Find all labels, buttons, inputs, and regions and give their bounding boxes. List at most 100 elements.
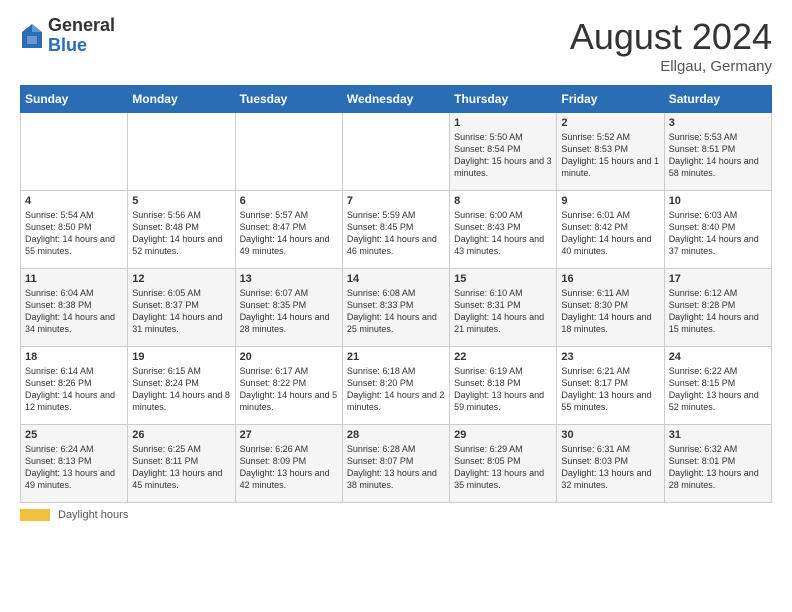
- cell-1-2: 6 Sunrise: 5:57 AM Sunset: 8:47 PM Daylig…: [235, 191, 342, 269]
- cell-0-6: 3 Sunrise: 5:53 AM Sunset: 8:51 PM Daylig…: [664, 113, 771, 191]
- day-info: Sunrise: 6:12 AM Sunset: 8:28 PM Dayligh…: [669, 287, 767, 336]
- cell-1-0: 4 Sunrise: 5:54 AM Sunset: 8:50 PM Daylig…: [21, 191, 128, 269]
- day-number: 4: [25, 195, 123, 207]
- title-block: August 2024 Ellgau, Germany: [570, 16, 772, 75]
- day-info: Sunrise: 6:04 AM Sunset: 8:38 PM Dayligh…: [25, 287, 123, 336]
- day-number: 19: [132, 351, 230, 363]
- daylight-swatch: [20, 509, 50, 521]
- cell-4-4: 29 Sunrise: 6:29 AM Sunset: 8:05 PM Dayli…: [450, 425, 557, 503]
- cell-2-6: 17 Sunrise: 6:12 AM Sunset: 8:28 PM Dayli…: [664, 269, 771, 347]
- logo-blue: Blue: [48, 36, 115, 56]
- cell-3-0: 18 Sunrise: 6:14 AM Sunset: 8:26 PM Dayli…: [21, 347, 128, 425]
- cell-1-5: 9Sunrise: 6:01 AM Sunset: 8:42 PM Daylig…: [557, 191, 664, 269]
- col-thursday: Thursday: [450, 86, 557, 113]
- day-number: 7: [347, 195, 445, 207]
- day-number: 10: [669, 195, 767, 207]
- col-sunday: Sunday: [21, 86, 128, 113]
- cell-0-3: [342, 113, 449, 191]
- day-info: Sunrise: 5:53 AM Sunset: 8:51 PM Dayligh…: [669, 131, 767, 180]
- cell-2-0: 11 Sunrise: 6:04 AM Sunset: 8:38 PM Dayli…: [21, 269, 128, 347]
- cell-2-1: 12 Sunrise: 6:05 AM Sunset: 8:37 PM Dayli…: [128, 269, 235, 347]
- day-info: Sunrise: 6:10 AM Sunset: 8:31 PM Dayligh…: [454, 287, 552, 336]
- cell-0-4: 1 Sunrise: 5:50 AM Sunset: 8:54 PM Daylig…: [450, 113, 557, 191]
- cell-3-4: 22 Sunrise: 6:19 AM Sunset: 8:18 PM Dayli…: [450, 347, 557, 425]
- cell-4-0: 25Sunrise: 6:24 AM Sunset: 8:13 PM Dayli…: [21, 425, 128, 503]
- day-info: Sunrise: 6:18 AM Sunset: 8:20 PM Dayligh…: [347, 365, 445, 414]
- month-title: August 2024: [570, 16, 772, 58]
- day-number: 24: [669, 351, 767, 363]
- day-info: Sunrise: 6:03 AM Sunset: 8:40 PM Dayligh…: [669, 209, 767, 258]
- day-info: Sunrise: 6:05 AM Sunset: 8:37 PM Dayligh…: [132, 287, 230, 336]
- logo: GeneralBlue: [20, 16, 115, 56]
- calendar-table: Sunday Monday Tuesday Wednesday Thursday…: [20, 85, 772, 503]
- day-info: Sunrise: 6:32 AM Sunset: 8:01 PM Dayligh…: [669, 443, 767, 492]
- day-number: 28: [347, 429, 445, 441]
- cell-0-0: [21, 113, 128, 191]
- day-number: 11: [25, 273, 123, 285]
- cell-2-3: 14 Sunrise: 6:08 AM Sunset: 8:33 PM Dayli…: [342, 269, 449, 347]
- cell-3-1: 19Sunrise: 6:15 AM Sunset: 8:24 PM Dayli…: [128, 347, 235, 425]
- cell-0-1: [128, 113, 235, 191]
- day-number: 6: [240, 195, 338, 207]
- week-row-3: 18 Sunrise: 6:14 AM Sunset: 8:26 PM Dayli…: [21, 347, 772, 425]
- day-number: 12: [132, 273, 230, 285]
- day-info: Sunrise: 6:28 AM Sunset: 8:07 PM Dayligh…: [347, 443, 445, 492]
- day-info: Sunrise: 6:29 AM Sunset: 8:05 PM Dayligh…: [454, 443, 552, 492]
- day-number: 22: [454, 351, 552, 363]
- day-number: 15: [454, 273, 552, 285]
- col-friday: Friday: [557, 86, 664, 113]
- day-info: Sunrise: 6:01 AM Sunset: 8:42 PM Dayligh…: [561, 209, 659, 258]
- day-number: 26: [132, 429, 230, 441]
- day-number: 31: [669, 429, 767, 441]
- logo-general: General: [48, 16, 115, 36]
- cell-4-5: 30Sunrise: 6:31 AM Sunset: 8:03 PM Dayli…: [557, 425, 664, 503]
- day-number: 29: [454, 429, 552, 441]
- day-number: 8: [454, 195, 552, 207]
- logo-icon: [20, 22, 44, 50]
- week-row-0: 1 Sunrise: 5:50 AM Sunset: 8:54 PM Daylig…: [21, 113, 772, 191]
- daylight-label: Daylight hours: [58, 509, 128, 521]
- day-number: 25: [25, 429, 123, 441]
- day-number: 1: [454, 117, 552, 129]
- cell-2-2: 13Sunrise: 6:07 AM Sunset: 8:35 PM Dayli…: [235, 269, 342, 347]
- cell-4-2: 27Sunrise: 6:26 AM Sunset: 8:09 PM Dayli…: [235, 425, 342, 503]
- day-number: 5: [132, 195, 230, 207]
- day-number: 14: [347, 273, 445, 285]
- cell-3-2: 20Sunrise: 6:17 AM Sunset: 8:22 PM Dayli…: [235, 347, 342, 425]
- day-number: 3: [669, 117, 767, 129]
- col-tuesday: Tuesday: [235, 86, 342, 113]
- day-number: 13: [240, 273, 338, 285]
- header-row: Sunday Monday Tuesday Wednesday Thursday…: [21, 86, 772, 113]
- cell-4-1: 26 Sunrise: 6:25 AM Sunset: 8:11 PM Dayli…: [128, 425, 235, 503]
- day-info: Sunrise: 6:17 AM Sunset: 8:22 PM Dayligh…: [240, 365, 338, 414]
- day-info: Sunrise: 5:59 AM Sunset: 8:45 PM Dayligh…: [347, 209, 445, 258]
- col-wednesday: Wednesday: [342, 86, 449, 113]
- day-info: Sunrise: 5:57 AM Sunset: 8:47 PM Dayligh…: [240, 209, 338, 258]
- day-info: Sunrise: 6:14 AM Sunset: 8:26 PM Dayligh…: [25, 365, 123, 414]
- day-info: Sunrise: 6:00 AM Sunset: 8:43 PM Dayligh…: [454, 209, 552, 258]
- week-row-4: 25Sunrise: 6:24 AM Sunset: 8:13 PM Dayli…: [21, 425, 772, 503]
- cell-3-6: 24Sunrise: 6:22 AM Sunset: 8:15 PM Dayli…: [664, 347, 771, 425]
- day-info: Sunrise: 5:56 AM Sunset: 8:48 PM Dayligh…: [132, 209, 230, 258]
- logo-text: GeneralBlue: [48, 16, 115, 56]
- day-info: Sunrise: 5:50 AM Sunset: 8:54 PM Dayligh…: [454, 131, 552, 180]
- day-info: Sunrise: 6:21 AM Sunset: 8:17 PM Dayligh…: [561, 365, 659, 414]
- day-info: Sunrise: 6:25 AM Sunset: 8:11 PM Dayligh…: [132, 443, 230, 492]
- day-number: 2: [561, 117, 659, 129]
- cell-4-6: 31 Sunrise: 6:32 AM Sunset: 8:01 PM Dayli…: [664, 425, 771, 503]
- day-number: 16: [561, 273, 659, 285]
- col-saturday: Saturday: [664, 86, 771, 113]
- day-info: Sunrise: 6:08 AM Sunset: 8:33 PM Dayligh…: [347, 287, 445, 336]
- cell-3-5: 23Sunrise: 6:21 AM Sunset: 8:17 PM Dayli…: [557, 347, 664, 425]
- cell-4-3: 28 Sunrise: 6:28 AM Sunset: 8:07 PM Dayli…: [342, 425, 449, 503]
- footer: Daylight hours: [20, 509, 772, 521]
- day-number: 18: [25, 351, 123, 363]
- cell-2-4: 15 Sunrise: 6:10 AM Sunset: 8:31 PM Dayli…: [450, 269, 557, 347]
- calendar-body: 1 Sunrise: 5:50 AM Sunset: 8:54 PM Daylig…: [21, 113, 772, 503]
- cell-2-5: 16Sunrise: 6:11 AM Sunset: 8:30 PM Dayli…: [557, 269, 664, 347]
- day-number: 17: [669, 273, 767, 285]
- cell-1-1: 5 Sunrise: 5:56 AM Sunset: 8:48 PM Daylig…: [128, 191, 235, 269]
- day-info: Sunrise: 5:54 AM Sunset: 8:50 PM Dayligh…: [25, 209, 123, 258]
- day-info: Sunrise: 6:19 AM Sunset: 8:18 PM Dayligh…: [454, 365, 552, 414]
- col-monday: Monday: [128, 86, 235, 113]
